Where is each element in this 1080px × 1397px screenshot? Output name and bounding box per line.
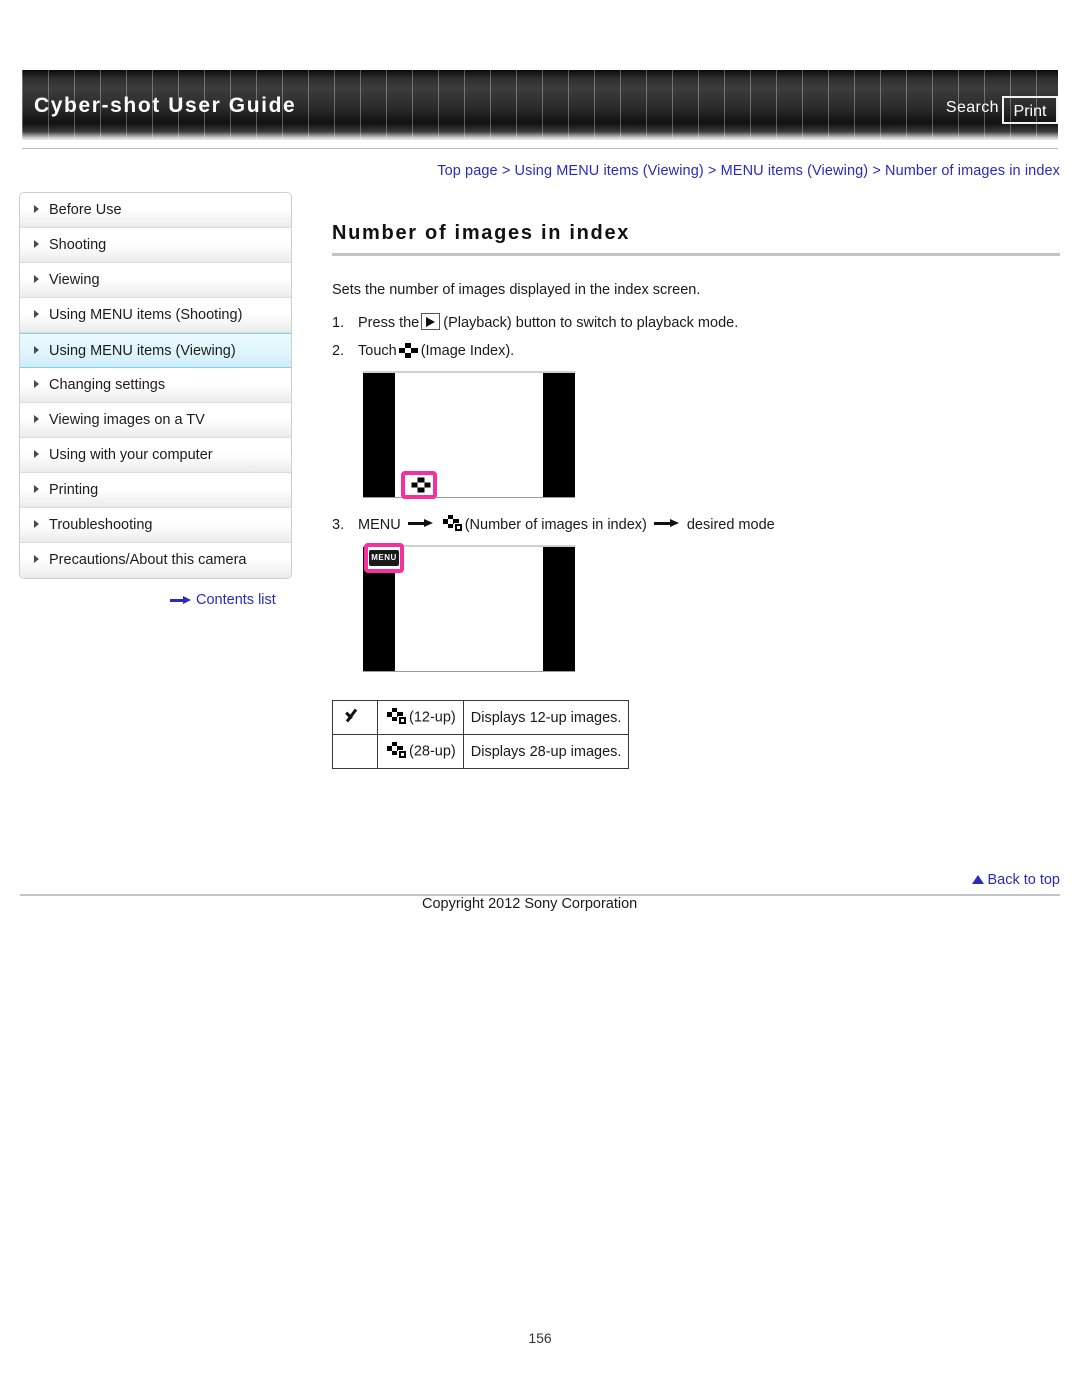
sidebar-item-printing[interactable]: Printing (20, 473, 291, 508)
sidebar-item-using-with-your-computer[interactable]: Using with your computer (20, 438, 291, 473)
sidebar-item-label: Using MENU items (Viewing) (49, 343, 236, 359)
step-3: 3. MENU (Number of images in index) desi… (332, 515, 1060, 533)
step-number: 1. (332, 314, 345, 331)
contents-list-label: Contents list (196, 592, 276, 608)
chevron-right-icon (34, 240, 39, 249)
header-divider (22, 148, 1058, 149)
main-content: Number of images in index Sets the numbe… (332, 222, 1060, 769)
selected-cell (332, 734, 378, 769)
index-28up-icon (387, 742, 407, 759)
sidebar-item-label: Using with your computer (49, 447, 213, 463)
sidebar-item-precautions-about-this-camera[interactable]: Precautions/About this camera (20, 543, 291, 578)
step-2: 2. Touch (Image Index). (332, 342, 1060, 359)
intro-text: Sets the number of images displayed in t… (332, 282, 701, 298)
table-row[interactable]: (28-up) Displays 28-up images. (332, 734, 630, 769)
back-to-top-link[interactable]: Back to top (972, 872, 1060, 888)
sidebar-item-label: Precautions/About this camera (49, 552, 247, 568)
triangle-up-icon (972, 874, 985, 884)
index-12up-icon (387, 708, 407, 725)
chevron-right-icon (34, 275, 39, 284)
chevron-right-icon (34, 205, 39, 214)
screen-right-bar (543, 547, 575, 671)
arrow-right-icon (653, 519, 680, 529)
sidebar-item-changing-settings[interactable]: Changing settings (20, 368, 291, 403)
site-title: Cyber-shot User Guide (34, 94, 297, 117)
index-count-badge (398, 750, 407, 759)
sidebar-item-label: Before Use (49, 202, 122, 218)
screen-right-bar (543, 373, 575, 497)
back-to-top-label: Back to top (987, 872, 1060, 888)
sidebar-item-viewing-images-on-a-tv[interactable]: Viewing images on a TV (20, 403, 291, 438)
sidebar-item-troubleshooting[interactable]: Troubleshooting (20, 508, 291, 543)
step-text-pre: Press the (358, 314, 420, 331)
chevron-right-icon (34, 555, 39, 564)
image-index-icon (398, 342, 418, 358)
search-button[interactable]: Search (946, 99, 999, 117)
camera-screen-menu: MENU (363, 543, 575, 672)
chevron-right-icon (34, 380, 39, 389)
option-cell: (28-up) (377, 734, 464, 769)
step-text-mid: (Number of images in index) (464, 516, 647, 533)
sidebar-nav: Before Use Shooting Viewing Using MENU i… (19, 192, 292, 579)
option-description-cell: Displays 12-up images. (462, 700, 630, 735)
sidebar-item-label: Changing settings (49, 377, 166, 393)
chevron-right-icon (34, 346, 39, 355)
step-number: 3. (332, 516, 345, 533)
option-cell: (12-up) (377, 700, 464, 735)
sidebar-item-label: Viewing (49, 272, 100, 288)
page-number: 156 (528, 1330, 552, 1346)
chevron-right-icon (34, 520, 39, 529)
selected-cell (332, 700, 378, 735)
step-number: 2. (332, 343, 345, 359)
arrow-right-icon (407, 519, 434, 529)
chevron-right-icon (34, 310, 39, 319)
copyright-text: Copyright 2012 Sony Corporation (422, 896, 638, 912)
highlight-box-image-index (401, 471, 437, 499)
sidebar-item-using-menu-items-shooting[interactable]: Using MENU items (Shooting) (20, 298, 291, 333)
menu-icon: MENU (369, 550, 399, 566)
sidebar-item-label: Using MENU items (Shooting) (49, 307, 243, 323)
page-title: Number of images in index (332, 222, 631, 244)
sidebar-item-label: Viewing images on a TV (49, 412, 205, 428)
step-text-post: (Playback) button to switch to playback … (443, 314, 739, 331)
sidebar-item-viewing[interactable]: Viewing (20, 263, 291, 298)
step-text-pre: MENU (358, 516, 401, 533)
option-label: (12-up) (409, 709, 456, 726)
sidebar-item-label: Printing (49, 482, 99, 498)
chevron-right-icon (34, 450, 39, 459)
step-text-pre: Touch (358, 343, 397, 359)
sidebar-item-before-use[interactable]: Before Use (20, 193, 291, 228)
playback-icon (421, 313, 441, 330)
step-text-post: (Image Index). (420, 343, 515, 359)
index-count-badge (398, 716, 407, 725)
page-header: Cyber-shot User Guide Search Print (0, 0, 1080, 155)
chevron-right-icon (34, 485, 39, 494)
title-divider (332, 253, 1060, 256)
number-of-images-in-index-icon (442, 515, 463, 532)
table-row[interactable]: (12-up) Displays 12-up images. (332, 700, 630, 735)
options-table: (12-up) Displays 12-up images. (28-up) D… (332, 700, 630, 769)
sidebar-item-label: Shooting (49, 237, 107, 253)
option-label: (28-up) (409, 743, 456, 760)
sidebar-item-shooting[interactable]: Shooting (20, 228, 291, 263)
check-icon (344, 707, 366, 725)
highlight-box-menu: MENU (364, 543, 404, 573)
option-description-cell: Displays 28-up images. (462, 734, 630, 769)
index-count-badge (453, 523, 463, 532)
image-index-icon (411, 477, 431, 493)
chevron-right-icon (34, 415, 39, 424)
breadcrumb[interactable]: Top page > Using MENU items (Viewing) > … (437, 163, 1060, 179)
sidebar-item-label: Troubleshooting (49, 517, 153, 533)
contents-list-link[interactable]: Contents list (170, 592, 276, 608)
sidebar-item-using-menu-items-viewing[interactable]: Using MENU items (Viewing) (20, 333, 291, 368)
step-text-post: desired mode (686, 516, 775, 533)
step-1: 1. Press the (Playback) button to switch… (332, 313, 1060, 331)
print-button[interactable]: Print (1002, 96, 1058, 124)
arrow-right-icon (170, 595, 192, 605)
camera-screen-image-index (363, 371, 575, 499)
screen-left-bar (363, 373, 395, 497)
